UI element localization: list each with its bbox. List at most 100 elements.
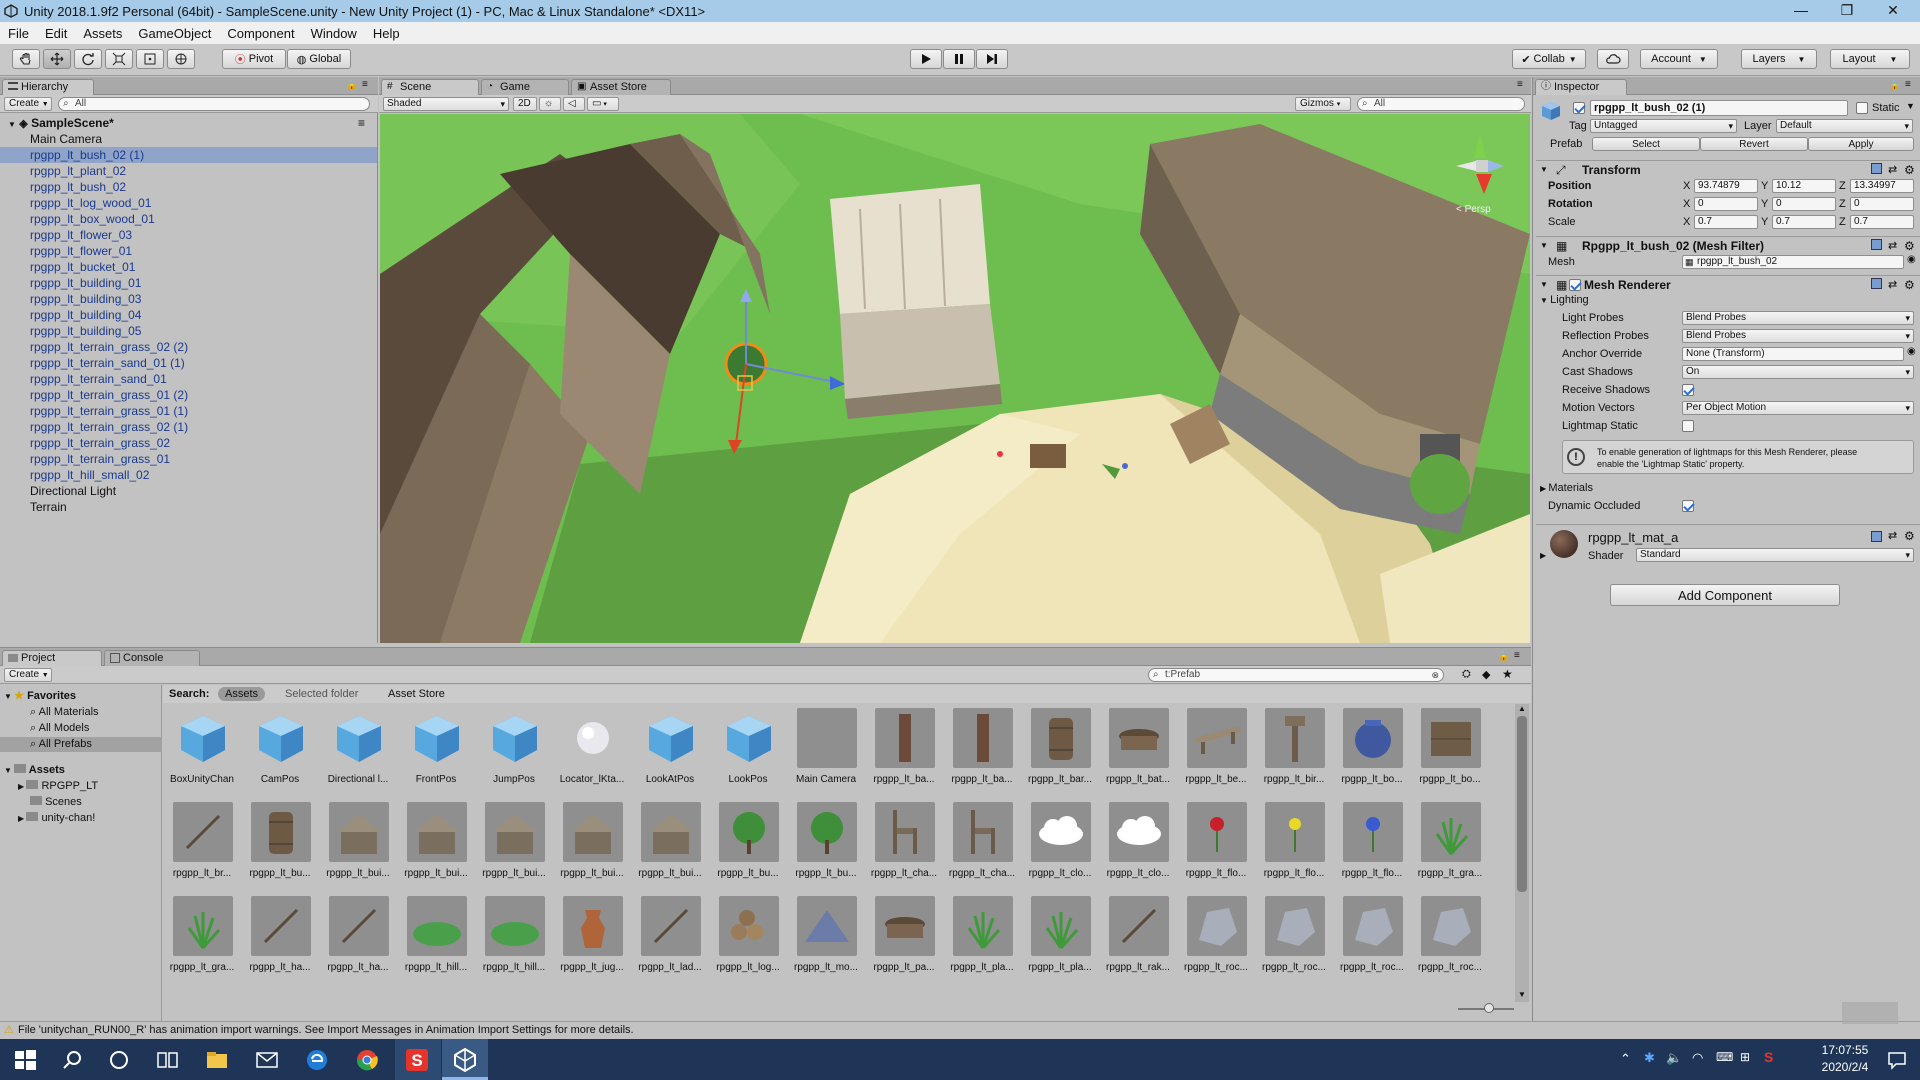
- close-button[interactable]: ✕: [1870, 0, 1916, 22]
- network-icon[interactable]: ◠: [1692, 1050, 1703, 1066]
- asset-item[interactable]: rpgpp_lt_bui...: [397, 798, 473, 888]
- unity-taskbar-icon[interactable]: [452, 1047, 478, 1073]
- scene-root-row[interactable]: ▼ ◈ SampleScene* ≡: [0, 115, 378, 131]
- hierarchy-item[interactable]: rpgpp_lt_plant_02: [0, 163, 377, 179]
- hierarchy-create-button[interactable]: Create ▼: [4, 97, 52, 111]
- hierarchy-search-input[interactable]: ⌕ All: [58, 97, 370, 111]
- scene-viewport[interactable]: < Persp: [380, 114, 1530, 643]
- clock-time[interactable]: 17:07:55: [1810, 1043, 1880, 1057]
- windows-start-icon[interactable]: [12, 1047, 38, 1073]
- help-book-icon[interactable]: [1871, 278, 1882, 289]
- mesh-renderer-enabled-checkbox[interactable]: [1569, 279, 1581, 291]
- clock-date[interactable]: 2020/2/4: [1810, 1060, 1880, 1074]
- hierarchy-item[interactable]: rpgpp_lt_box_wood_01: [0, 211, 377, 227]
- persp-label[interactable]: < Persp: [1456, 204, 1491, 215]
- panel-menu-icon[interactable]: ≡: [1905, 79, 1911, 90]
- notifications-icon[interactable]: [1884, 1047, 1910, 1073]
- tab-hierarchy[interactable]: Hierarchy: [2, 79, 94, 95]
- asset-item[interactable]: rpgpp_lt_flo...: [1255, 798, 1331, 888]
- hierarchy-item[interactable]: Main Camera: [0, 131, 377, 147]
- asset-item[interactable]: rpgpp_lt_ba...: [865, 704, 941, 794]
- preset-icon[interactable]: ⇄: [1888, 237, 1897, 255]
- mesh-field[interactable]: ▦ rpgpp_lt_bush_02: [1682, 255, 1904, 269]
- scroll-down-icon[interactable]: ▼: [1518, 990, 1526, 999]
- asset-item[interactable]: rpgpp_lt_bir...: [1255, 704, 1331, 794]
- hierarchy-item[interactable]: rpgpp_lt_flower_03: [0, 227, 377, 243]
- asset-item[interactable]: rpgpp_lt_pa...: [865, 892, 941, 982]
- hierarchy-item[interactable]: rpgpp_lt_building_01: [0, 275, 377, 291]
- project-search-input[interactable]: ⌕ t:Prefab ⊗: [1148, 668, 1444, 682]
- asset-item[interactable]: rpgpp_lt_clo...: [1099, 798, 1175, 888]
- asset-item[interactable]: rpgpp_lt_lad...: [631, 892, 707, 982]
- s-app-icon[interactable]: S: [404, 1047, 430, 1073]
- position-x-field[interactable]: 93.74879: [1694, 179, 1758, 193]
- menu-edit[interactable]: Edit: [37, 26, 75, 41]
- object-name-field[interactable]: rpgpp_lt_bush_02 (1): [1590, 100, 1848, 116]
- filter-by-type-icon[interactable]: ⛭: [1462, 668, 1471, 681]
- rotate-tool-button[interactable]: [74, 49, 102, 69]
- reflection-probes-dropdown[interactable]: Blend Probes: [1682, 329, 1914, 343]
- asset-item[interactable]: rpgpp_lt_roc...: [1177, 892, 1253, 982]
- menu-file[interactable]: File: [0, 26, 37, 41]
- menu-window[interactable]: Window: [303, 26, 365, 41]
- asset-item[interactable]: rpgpp_lt_pla...: [1021, 892, 1097, 982]
- global-toggle[interactable]: ◍ Global: [287, 49, 351, 69]
- asset-item[interactable]: Directional l...: [319, 704, 395, 794]
- cloud-button[interactable]: [1597, 49, 1629, 69]
- tab-game[interactable]: ◔ Game: [481, 79, 569, 95]
- asset-item[interactable]: rpgpp_lt_bui...: [319, 798, 395, 888]
- lock-icon[interactable]: 🔒: [1889, 80, 1900, 91]
- cast-shadows-dropdown[interactable]: On: [1682, 365, 1914, 379]
- asset-item[interactable]: Locator_lKta...: [553, 704, 629, 794]
- tab-project[interactable]: Project: [2, 650, 102, 666]
- asset-item[interactable]: rpgpp_lt_ha...: [241, 892, 317, 982]
- asset-item[interactable]: rpgpp_lt_ha...: [319, 892, 395, 982]
- asset-item[interactable]: rpgpp_lt_flo...: [1177, 798, 1253, 888]
- position-y-field[interactable]: 10.12: [1772, 179, 1836, 193]
- lighting-toggle[interactable]: ☼: [539, 97, 561, 111]
- gear-icon[interactable]: ⚙: [1904, 276, 1915, 294]
- hierarchy-item[interactable]: rpgpp_lt_bush_02: [0, 179, 377, 195]
- help-book-icon[interactable]: [1871, 163, 1882, 174]
- asset-item[interactable]: JumpPos: [475, 704, 551, 794]
- scope-asset-store-button[interactable]: Asset Store: [388, 688, 445, 700]
- audio-toggle[interactable]: ◁: [563, 97, 585, 111]
- asset-item[interactable]: rpgpp_lt_bui...: [631, 798, 707, 888]
- s-tray-icon[interactable]: S: [1764, 1049, 1773, 1065]
- hierarchy-item[interactable]: rpgpp_lt_terrain_grass_02 (2): [0, 339, 377, 355]
- axis-label-y[interactable]: Y: [1761, 180, 1768, 192]
- status-bar[interactable]: ⚠ File 'unitychan_RUN00_R' has animation…: [0, 1002, 1920, 1039]
- collab-dropdown[interactable]: ✔ Collab ▼: [1512, 49, 1586, 69]
- pivot-toggle[interactable]: ⦿ Pivot: [222, 49, 286, 69]
- asset-item[interactable]: BoxUnityChan: [163, 704, 239, 794]
- asset-item[interactable]: rpgpp_lt_clo...: [1021, 798, 1097, 888]
- panel-menu-icon[interactable]: ≡: [1517, 79, 1523, 90]
- folder-scenes[interactable]: Scenes: [30, 795, 82, 810]
- axis-label-x[interactable]: X: [1683, 198, 1690, 210]
- asset-item[interactable]: rpgpp_lt_bui...: [475, 798, 551, 888]
- materials-foldout[interactable]: ▶ Materials: [1540, 482, 1593, 494]
- transform-tool-button[interactable]: [167, 49, 195, 69]
- asset-item[interactable]: rpgpp_lt_bu...: [787, 798, 863, 888]
- asset-grid-scrollbar[interactable]: ▲ ▼: [1515, 704, 1529, 1002]
- axis-label-z[interactable]: Z: [1839, 198, 1846, 210]
- cortana-icon[interactable]: [106, 1047, 132, 1073]
- hierarchy-item[interactable]: Terrain: [0, 499, 377, 515]
- thumbnail-size-slider-handle[interactable]: [1484, 1003, 1494, 1013]
- receive-shadows-checkbox[interactable]: [1682, 384, 1694, 396]
- tag-dropdown[interactable]: Untagged: [1590, 119, 1737, 133]
- preset-icon[interactable]: ⇄: [1888, 161, 1897, 179]
- filter-by-label-icon[interactable]: ◆: [1482, 668, 1490, 681]
- hierarchy-item[interactable]: rpgpp_lt_terrain_grass_02: [0, 435, 377, 451]
- menu-assets[interactable]: Assets: [75, 26, 130, 41]
- asset-item[interactable]: rpgpp_lt_log...: [709, 892, 785, 982]
- axis-label-x[interactable]: X: [1683, 216, 1690, 228]
- asset-item[interactable]: rpgpp_lt_be...: [1177, 704, 1253, 794]
- hierarchy-item[interactable]: rpgpp_lt_building_03: [0, 291, 377, 307]
- asset-item[interactable]: rpgpp_lt_jug...: [553, 892, 629, 982]
- asset-item[interactable]: rpgpp_lt_cha...: [943, 798, 1019, 888]
- lock-icon[interactable]: 🔒: [1498, 651, 1509, 662]
- tab-scene[interactable]: # Scene: [381, 79, 479, 95]
- axis-label-z[interactable]: Z: [1839, 180, 1846, 192]
- menu-help[interactable]: Help: [365, 26, 408, 41]
